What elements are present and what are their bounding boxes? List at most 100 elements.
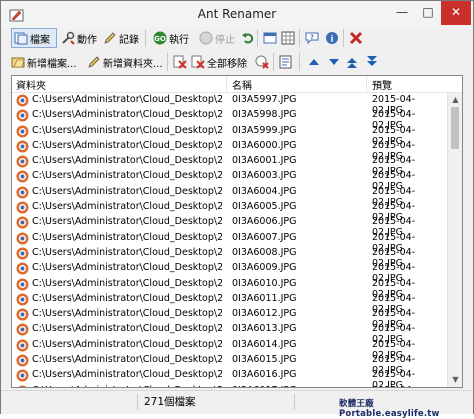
help-button[interactable]: ? [303, 28, 321, 48]
image-file-icon [16, 247, 29, 260]
image-file-icon [16, 354, 29, 367]
files-tab-button[interactable]: 檔案 [11, 28, 57, 48]
move-bottom-button[interactable] [363, 52, 381, 72]
add-folder-button[interactable]: 新增資料夾... [85, 52, 163, 72]
name-cell: 0I3A6011.JPG [232, 293, 296, 304]
table-row[interactable]: C:\Users\Administrator\Cloud_Desktop\201… [12, 215, 446, 230]
folder-cell: C:\Users\Administrator\Cloud_Desktop\201… [32, 369, 222, 380]
table-row[interactable]: C:\Users\Administrator\Cloud_Desktop\201… [12, 338, 446, 353]
folder-cell: C:\Users\Administrator\Cloud_Desktop\201… [32, 247, 222, 258]
image-file-icon [16, 94, 29, 107]
name-cell: 0I3A6009.JPG [232, 262, 296, 273]
table-row[interactable]: C:\Users\Administrator\Cloud_Desktop\201… [12, 322, 446, 337]
actions-tab-button[interactable]: 動作 [59, 28, 97, 48]
table-row[interactable]: C:\Users\Administrator\Cloud_Desktop\201… [12, 200, 446, 215]
log-tab-button[interactable]: 記錄 [101, 28, 139, 48]
table-row[interactable]: C:\Users\Administrator\Cloud_Desktop\201… [12, 231, 446, 246]
table-row[interactable]: C:\Users\Administrator\Cloud_Desktop\201… [12, 246, 446, 261]
remove-all-button[interactable]: 全部移除 [189, 52, 247, 72]
column-divider[interactable] [226, 76, 227, 92]
scroll-down-arrow[interactable]: ▼ [448, 373, 463, 387]
folder-cell: C:\Users\Administrator\Cloud_Desktop\201… [32, 125, 222, 136]
scroll-thumb[interactable] [451, 107, 459, 149]
toolbar-separator [145, 29, 146, 47]
clear-button[interactable] [253, 52, 271, 72]
table-row[interactable]: C:\Users\Administrator\Cloud_Desktop\201… [12, 384, 446, 388]
folder-cell: C:\Users\Administrator\Cloud_Desktop\201… [32, 385, 222, 388]
grid-view-button[interactable] [279, 28, 297, 48]
name-cell: 0I3A6001.JPG [232, 155, 296, 166]
name-cell: 0I3A6004.JPG [232, 186, 296, 197]
image-file-icon [16, 125, 29, 138]
title-bar: Ant Renamer — □ ✕ [1, 1, 473, 29]
file-toolbar: 新增檔案... 新增資料夾... 全部移除 [3, 51, 471, 73]
files-icon [14, 31, 28, 45]
actions-tab-label: 動作 [77, 31, 97, 46]
minimize-button[interactable]: — [389, 1, 415, 25]
maximize-button[interactable]: □ [415, 1, 441, 25]
folder-cell: C:\Users\Administrator\Cloud_Desktop\201… [32, 170, 222, 181]
table-row[interactable]: C:\Users\Administrator\Cloud_Desktop\201… [12, 277, 446, 292]
remove-selected-button[interactable] [171, 52, 189, 72]
column-header-preview[interactable]: 預覽 [372, 77, 392, 92]
table-row[interactable]: C:\Users\Administrator\Cloud_Desktop\201… [12, 93, 446, 108]
svg-text:GO: GO [154, 35, 166, 43]
list-header: 資料夾 名稱 預覽 [12, 76, 462, 93]
name-cell: 0I3A5998.JPG [232, 109, 296, 120]
svg-text:?: ? [310, 33, 314, 41]
table-row[interactable]: C:\Users\Administrator\Cloud_Desktop\201… [12, 139, 446, 154]
folder-cell: C:\Users\Administrator\Cloud_Desktop\201… [32, 323, 222, 334]
table-row[interactable]: C:\Users\Administrator\Cloud_Desktop\201… [12, 154, 446, 169]
table-row[interactable]: C:\Users\Administrator\Cloud_Desktop\201… [12, 124, 446, 139]
properties-button[interactable] [277, 52, 295, 72]
image-file-icon [16, 186, 29, 199]
table-row[interactable]: C:\Users\Administrator\Cloud_Desktop\201… [12, 292, 446, 307]
table-row[interactable]: C:\Users\Administrator\Cloud_Desktop\201… [12, 261, 446, 276]
column-divider[interactable] [366, 76, 367, 92]
undo-button[interactable] [239, 28, 257, 48]
image-file-icon [16, 140, 29, 153]
column-header-name[interactable]: 名稱 [232, 77, 252, 92]
add-folder-icon [87, 55, 101, 69]
folder-cell: C:\Users\Administrator\Cloud_Desktop\201… [32, 293, 222, 304]
table-row[interactable]: C:\Users\Administrator\Cloud_Desktop\201… [12, 368, 446, 383]
move-top-button[interactable] [305, 52, 323, 72]
move-down-button[interactable] [325, 52, 343, 72]
execute-button[interactable]: GO 執行 [151, 28, 189, 48]
move-down-double-icon [365, 55, 379, 69]
close-button[interactable]: ✕ [441, 1, 471, 25]
main-toolbar: 檔案 動作 記錄 GO 執行 [3, 27, 471, 49]
move-up-button[interactable] [343, 52, 361, 72]
scroll-up-arrow[interactable]: ▲ [448, 93, 463, 107]
execute-label: 執行 [169, 31, 189, 46]
folder-cell: C:\Users\Administrator\Cloud_Desktop\201… [32, 155, 222, 166]
window-view-button[interactable] [261, 28, 279, 48]
image-file-icon [16, 201, 29, 214]
name-cell: 0I3A6000.JPG [232, 140, 296, 151]
table-row[interactable]: C:\Users\Administrator\Cloud_Desktop\201… [12, 307, 446, 322]
table-row[interactable]: C:\Users\Administrator\Cloud_Desktop\201… [12, 353, 446, 368]
folder-cell: C:\Users\Administrator\Cloud_Desktop\201… [32, 339, 222, 350]
image-file-icon [16, 339, 29, 352]
help-bubble-icon: ? [305, 31, 319, 45]
table-row[interactable]: C:\Users\Administrator\Cloud_Desktop\201… [12, 169, 446, 184]
preview-cell: 2015-04-02.JPG [372, 385, 446, 388]
svg-text:i: i [330, 34, 333, 44]
folder-cell: C:\Users\Administrator\Cloud_Desktop\201… [32, 308, 222, 319]
image-file-icon [16, 278, 29, 291]
info-button[interactable]: i [323, 28, 341, 48]
file-list[interactable]: 資料夾 名稱 預覽 C:\Users\Administrator\Cloud_D… [11, 75, 463, 388]
toolbar-separator [167, 53, 168, 71]
exit-button[interactable] [347, 28, 365, 48]
go-icon: GO [153, 31, 167, 45]
table-row[interactable]: C:\Users\Administrator\Cloud_Desktop\201… [12, 185, 446, 200]
add-file-icon [11, 55, 25, 69]
stop-button[interactable]: 停止 [197, 28, 235, 48]
add-files-button[interactable]: 新增檔案... [9, 52, 77, 72]
list-rows: C:\Users\Administrator\Cloud_Desktop\201… [12, 93, 446, 388]
vertical-scrollbar[interactable]: ▲ ▼ [447, 93, 463, 387]
name-cell: 0I3A6005.JPG [232, 201, 296, 212]
table-row[interactable]: C:\Users\Administrator\Cloud_Desktop\201… [12, 108, 446, 123]
status-bar: 271個檔案 軟體王廠 Portable.easylife.tw [1, 390, 473, 414]
column-header-folder[interactable]: 資料夾 [16, 77, 46, 92]
